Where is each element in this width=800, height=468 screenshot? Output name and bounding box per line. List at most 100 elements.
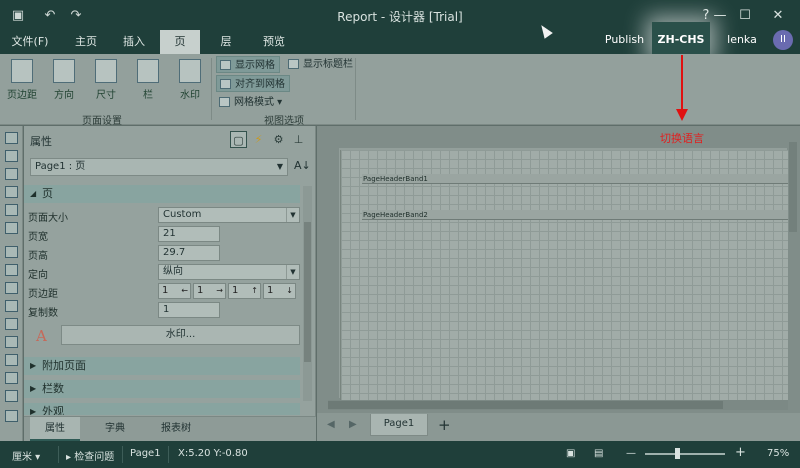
toolbox-strip [0, 126, 23, 441]
panel-tabs: 属性 字典 报表树 [24, 416, 316, 441]
page-header-band-1[interactable]: PageHeaderBand1 [362, 174, 794, 184]
category-extra-pages[interactable]: ▶ 附加页面 [24, 357, 300, 375]
properties-title: 属性 [30, 135, 52, 148]
zoom-out-button[interactable]: — [626, 448, 636, 459]
page-height-input[interactable]: 29.7 [158, 245, 220, 261]
category-columns[interactable]: ▶ 栏数 [24, 380, 300, 398]
watermark-button[interactable]: 水印... [61, 325, 300, 345]
scrollbar-thumb[interactable] [328, 401, 723, 409]
tab-preview[interactable]: 预览 [254, 30, 294, 54]
size-button[interactable]: 尺寸 [86, 57, 126, 101]
avatar[interactable]: II [773, 30, 793, 50]
columns-button[interactable]: 栏 [128, 57, 168, 101]
toolbox-item-icon[interactable] [5, 354, 18, 366]
page-size-select[interactable]: Custom ▼ [158, 207, 300, 223]
grid-mode-dropdown[interactable]: 网格模式 ▾ [216, 94, 286, 111]
grid-icon [220, 60, 231, 70]
toolbox-item-icon[interactable] [5, 372, 18, 384]
toolbox-item-icon[interactable] [5, 204, 18, 216]
tab-dictionary[interactable]: 字典 [90, 417, 140, 441]
orientation-select[interactable]: 纵向 ▼ [158, 264, 300, 280]
show-headers-toggle[interactable]: 显示标题栏 [285, 56, 357, 73]
margin-left-input[interactable]: 1 ← [158, 283, 191, 299]
next-page-icon[interactable]: ▶ [349, 419, 357, 430]
status-separator [122, 446, 123, 463]
horizontal-scrollbar[interactable] [328, 400, 788, 410]
full-screen-icon[interactable]: ▤ [594, 448, 603, 459]
pin-icon[interactable]: ⊥ [290, 131, 307, 148]
toolbox-item-icon[interactable] [5, 318, 18, 330]
toolbox-item-icon[interactable] [5, 410, 18, 422]
page-header-band-2[interactable]: PageHeaderBand2 [362, 210, 794, 220]
scrollbar-thumb[interactable] [304, 222, 311, 362]
margin-top-input[interactable]: 1 ↑ [228, 283, 261, 299]
annotation-arrow [681, 55, 683, 111]
language-button[interactable]: ZH-CHS [652, 22, 710, 58]
status-bar: 厘米 ▾ ▸ 检查问题 Page1 X:5.20 Y:-0.80 ▣ ▤ — +… [0, 441, 800, 468]
status-page: Page1 [130, 448, 161, 459]
snap-to-grid-toggle[interactable]: 对齐到网格 [216, 75, 290, 92]
toolbox-item-icon[interactable] [5, 150, 18, 162]
watermark-ribbon-button[interactable]: 水印 [170, 57, 210, 101]
check-issues-button[interactable]: ▸ 检查问题 [66, 448, 114, 463]
toolbox-item-icon[interactable] [5, 246, 18, 258]
orientation-button[interactable]: 方向 [44, 57, 84, 101]
properties-scrollbar[interactable] [303, 186, 312, 401]
category-page[interactable]: ◢ 页 [24, 185, 300, 203]
annotation-text: 切换语言 [660, 132, 704, 145]
copies-input[interactable]: 1 [158, 302, 220, 318]
ribbon-separator [211, 58, 212, 120]
grid-mode-icon [219, 97, 230, 107]
events-lightning-icon[interactable]: ⚡ [250, 131, 267, 148]
toolbox-item-icon[interactable] [5, 300, 18, 312]
zoom-slider-knob[interactable] [675, 448, 680, 459]
arrow-down-icon: ↓ [286, 286, 293, 295]
zoom-in-button[interactable]: + [735, 445, 746, 460]
user-name[interactable]: lenka lenka [714, 22, 770, 82]
unit-selector[interactable]: 厘米 ▾ [12, 448, 40, 463]
tab-report-tree[interactable]: 报表树 [148, 417, 204, 441]
properties-view-icon[interactable]: ▢ [230, 131, 247, 148]
prev-page-icon[interactable]: ◀ [327, 419, 335, 430]
margin-right-input[interactable]: 1 → [193, 283, 226, 299]
property-row: 页边距 1 ← 1 → 1 ↑ 1 ↓ [24, 282, 300, 301]
zoom-level: 75% [767, 448, 790, 459]
orientation-icon [53, 59, 75, 83]
status-coordinates: X:5.20 Y:-0.80 [178, 448, 248, 459]
component-selector[interactable]: Page1 : 页 ▼ [30, 158, 288, 176]
toolbox-item-icon[interactable] [5, 222, 18, 234]
toolbox-item-icon[interactable] [5, 132, 18, 144]
toolbox-item-icon[interactable] [5, 336, 18, 348]
report-page[interactable] [340, 150, 796, 400]
tab-properties[interactable]: 属性 [30, 417, 80, 441]
margin-bottom-input[interactable]: 1 ↓ [263, 283, 296, 299]
watermark-letter-icon: A [36, 327, 47, 345]
add-page-button[interactable]: + [438, 416, 451, 434]
show-grid-toggle[interactable]: 显示网格 [216, 56, 280, 73]
toolbox-item-icon[interactable] [5, 390, 18, 402]
page-tab[interactable]: Page1 [370, 414, 428, 436]
tab-file[interactable]: 文件(F) [6, 30, 54, 54]
toolbox-item-icon[interactable] [5, 264, 18, 276]
page-width-input[interactable]: 21 [158, 226, 220, 242]
header-icon [288, 59, 299, 69]
watermark-icon [179, 59, 201, 83]
tab-home[interactable]: 主页 [66, 30, 106, 54]
margins-icon [11, 59, 33, 83]
toolbox-item-icon[interactable] [5, 186, 18, 198]
tab-layer[interactable]: 层 [206, 30, 246, 54]
tab-insert[interactable]: 插入 [114, 30, 154, 54]
publish-button[interactable]: Publish [597, 22, 652, 58]
tab-page[interactable]: 页 [160, 30, 200, 54]
sort-icon[interactable]: A↓ [294, 159, 311, 172]
gear-icon[interactable]: ⚙ [270, 131, 287, 148]
chevron-down-icon: ▼ [286, 208, 299, 222]
vertical-scrollbar[interactable] [788, 140, 798, 402]
toolbox-item-icon[interactable] [5, 168, 18, 180]
margins-button[interactable]: 页边距 [2, 57, 42, 101]
toolbox-item-icon[interactable] [5, 282, 18, 294]
category-appearance[interactable]: ▶ 外观 [24, 403, 300, 415]
zoom-slider[interactable] [645, 448, 725, 459]
scrollbar-thumb[interactable] [789, 142, 797, 232]
fit-page-icon[interactable]: ▣ [566, 448, 575, 459]
